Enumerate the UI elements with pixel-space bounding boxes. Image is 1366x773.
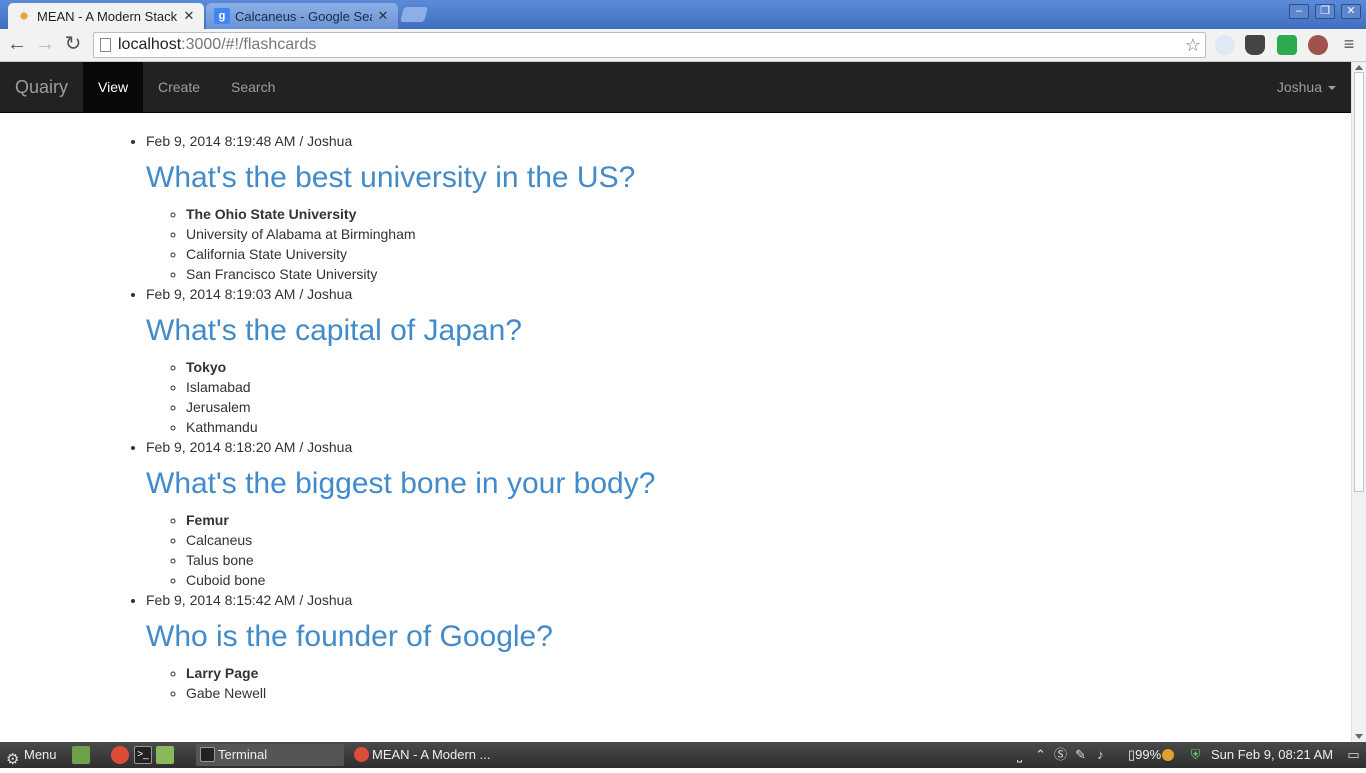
mean-logo-icon: ✸: [19, 10, 29, 23]
taskbar-terminal[interactable]: Terminal: [196, 744, 344, 766]
weather-icon[interactable]: [1162, 749, 1174, 761]
reload-icon[interactable]: ↻: [61, 33, 85, 57]
nav-view[interactable]: View: [83, 62, 144, 112]
bookmark-star-icon[interactable]: ☆: [1185, 33, 1201, 57]
battery-level: 99%: [1135, 747, 1162, 762]
url-path: :3000/#!/flashcards: [181, 36, 317, 53]
tab-strip: ✸ MEAN - A Modern Stack ✕ g Calcaneus - …: [0, 0, 1366, 29]
taskbar-window-title: Terminal: [218, 747, 268, 762]
card-question-link[interactable]: Who is the founder of Google?: [146, 620, 1246, 653]
nav-create[interactable]: Create: [143, 62, 215, 112]
volume-icon[interactable]: ♪: [1093, 747, 1108, 762]
taskbar-window-title: MEAN - A Modern ...: [372, 747, 491, 762]
page-scrollbar[interactable]: [1351, 62, 1366, 742]
show-desktop-icon[interactable]: ▭: [1346, 747, 1361, 762]
close-window-button[interactable]: ✕: [1341, 4, 1361, 19]
answer-list: Larry Page Gabe Newell: [146, 663, 1246, 703]
answer-list: Tokyo Islamabad Jerusalem Kathmandu: [146, 357, 1246, 437]
answer-option: University of Alabama at Birmingham: [186, 224, 1246, 244]
tab-title: MEAN - A Modern Stack: [37, 8, 178, 24]
google-icon: g: [214, 8, 230, 24]
chevron-up-icon[interactable]: ⌃: [1033, 747, 1048, 762]
flashcard: Feb 9, 2014 8:18:20 AM / Joshua What's t…: [146, 437, 1246, 590]
desktop-taskbar: ⚙ Menu >_ Terminal MEAN - A Modern ... ⎵…: [0, 742, 1366, 768]
battery-indicator[interactable]: ▯99%: [1128, 742, 1161, 768]
brand-logo[interactable]: Quairy: [15, 62, 68, 112]
answer-option: Islamabad: [186, 377, 1246, 397]
user-name: Joshua: [1276, 79, 1322, 95]
answer-list: Femur Calcaneus Talus bone Cuboid bone: [146, 510, 1246, 590]
close-icon[interactable]: ✕: [376, 8, 390, 24]
pen-icon[interactable]: ✎: [1073, 747, 1088, 762]
card-meta: Feb 9, 2014 8:18:20 AM / Joshua: [146, 439, 353, 455]
forward-arrow-icon[interactable]: →: [33, 33, 57, 57]
phone-extension-icon[interactable]: [1215, 35, 1235, 55]
feedly-extension-icon[interactable]: [1277, 35, 1297, 55]
correct-answer: Femur: [186, 510, 1246, 530]
answer-option: Gabe Newell: [186, 683, 1246, 703]
flashcard-content: Feb 9, 2014 8:19:48 AM / Joshua What's t…: [0, 113, 1351, 742]
url-host: localhost: [118, 36, 182, 53]
address-bar[interactable]: localhost:3000/#!/flashcards ☆: [93, 32, 1206, 58]
tab-mean[interactable]: ✸ MEAN - A Modern Stack ✕: [8, 3, 204, 29]
answer-option: Talus bone: [186, 550, 1246, 570]
card-meta: Feb 9, 2014 8:19:48 AM / Joshua: [146, 133, 353, 149]
answer-option: Kathmandu: [186, 417, 1246, 437]
desktop-icon[interactable]: [72, 746, 90, 764]
card-question-link[interactable]: What's the capital of Japan?: [146, 314, 1246, 347]
page-icon: [100, 38, 111, 52]
tab-title: Calcaneus - Google Sea: [235, 8, 372, 24]
answer-option: Jerusalem: [186, 397, 1246, 417]
restore-button[interactable]: ❐: [1315, 4, 1335, 19]
scroll-up-icon[interactable]: [1355, 65, 1363, 70]
caret-down-icon: [1328, 86, 1336, 91]
gear-icon: ⚙: [6, 751, 20, 768]
scrollbar-thumb[interactable]: [1354, 72, 1364, 492]
flashcard: Feb 9, 2014 8:19:03 AM / Joshua What's t…: [146, 284, 1246, 437]
clock[interactable]: Sun Feb 9, 08:21 AM: [1211, 742, 1333, 768]
keyboard-icon[interactable]: ⎵: [1012, 747, 1027, 762]
user-menu[interactable]: Joshua: [1277, 62, 1336, 112]
taskbar-chrome[interactable]: MEAN - A Modern ...: [350, 744, 498, 766]
terminal-icon[interactable]: >_: [134, 746, 152, 764]
answer-option: San Francisco State University: [186, 264, 1246, 284]
chrome-icon: [354, 747, 369, 762]
card-meta: Feb 9, 2014 8:19:03 AM / Joshua: [146, 286, 353, 302]
flashcard: Feb 9, 2014 8:15:42 AM / Joshua Who is t…: [146, 590, 1246, 703]
nav-search[interactable]: Search: [216, 62, 290, 112]
tomato-extension-icon[interactable]: [1308, 35, 1328, 55]
skype-icon[interactable]: Ⓢ: [1053, 747, 1068, 762]
back-arrow-icon[interactable]: ←: [5, 33, 29, 57]
folder-icon[interactable]: [156, 746, 174, 764]
terminal-icon: [200, 747, 215, 762]
answer-option: Calcaneus: [186, 530, 1246, 550]
new-tab-button[interactable]: [399, 7, 429, 22]
close-icon[interactable]: ✕: [182, 8, 196, 24]
correct-answer: Tokyo: [186, 357, 1246, 377]
menu-label: Menu: [24, 747, 57, 762]
browser-toolbar: ← → ↻ localhost:3000/#!/flashcards ☆ ≡: [0, 29, 1366, 62]
answer-option: California State University: [186, 244, 1246, 264]
app-navbar: Quairy View Create Search Joshua: [0, 62, 1351, 113]
card-question-link[interactable]: What's the biggest bone in your body?: [146, 467, 1246, 500]
answer-option: Cuboid bone: [186, 570, 1246, 590]
chrome-icon[interactable]: [111, 746, 129, 764]
correct-answer: The Ohio State University: [186, 204, 1246, 224]
answer-list: The Ohio State University University of …: [146, 204, 1246, 284]
card-question-link[interactable]: What's the best university in the US?: [146, 161, 1246, 194]
flashcard: Feb 9, 2014 8:19:48 AM / Joshua What's t…: [146, 131, 1246, 284]
scroll-down-icon[interactable]: [1355, 734, 1363, 739]
shield-icon[interactable]: ⛨: [1188, 747, 1203, 762]
hamburger-menu-icon[interactable]: ≡: [1337, 33, 1361, 57]
flashcard-list: Feb 9, 2014 8:19:48 AM / Joshua What's t…: [146, 131, 1246, 703]
card-meta: Feb 9, 2014 8:15:42 AM / Joshua: [146, 592, 353, 608]
start-menu-button[interactable]: ⚙ Menu: [4, 742, 57, 768]
tab-google[interactable]: g Calcaneus - Google Sea ✕: [206, 3, 398, 29]
correct-answer: Larry Page: [186, 663, 1246, 683]
minimize-button[interactable]: –: [1289, 4, 1309, 19]
pocket-extension-icon[interactable]: [1245, 35, 1265, 55]
